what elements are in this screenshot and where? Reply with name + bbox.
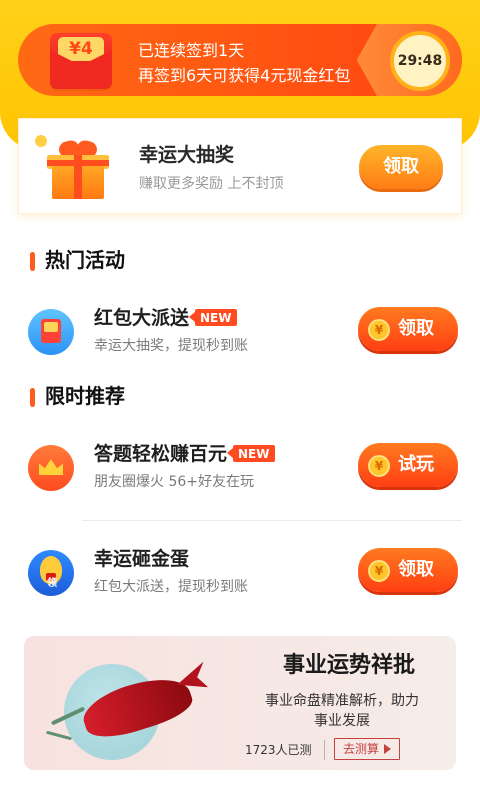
quiz-crown-icon: [28, 445, 74, 491]
lucky-draw-claim-button[interactable]: 领取: [359, 145, 443, 189]
button-label: 领取: [398, 318, 434, 339]
activity-name: 幸运砸金蛋: [94, 548, 190, 570]
section-accent-bar: [30, 388, 35, 407]
career-fortune-banner[interactable]: 事业运势祥批 事业命盘精准解析，助力 事业发展 1723人已测 去测算: [24, 636, 456, 770]
activity-try-button[interactable]: ¥ 试玩: [358, 443, 458, 487]
red-packet-icon: [28, 309, 74, 355]
activity-row-red-packet[interactable]: 红包大派送 NEW 幸运大抽奖，提现秒到账 ¥ 领取: [0, 294, 480, 374]
section-title: 热门活动: [45, 248, 125, 272]
signin-reward-hint: 再签到6天可获得4元现金红包: [138, 66, 351, 85]
activity-row-golden-egg[interactable]: 领 幸运砸金蛋 红包大派送，提现秒到账 ¥ 领取: [0, 535, 480, 615]
coin-icon: ¥: [368, 560, 390, 582]
signin-banner[interactable]: ¥4 已连续签到1天 再签到6天可获得4元现金红包 29:48: [18, 24, 462, 96]
lucky-draw-card[interactable]: 幸运大抽奖 赚取更多奖励 上不封顶 领取: [18, 118, 462, 214]
activity-name: 红包大派送 NEW: [94, 306, 237, 330]
activity-description: 朋友圈爆火 56+好友在玩: [94, 474, 254, 490]
play-arrow-icon: [384, 744, 391, 754]
red-envelope-icon: ¥4: [50, 33, 112, 89]
egg-label: 领: [47, 578, 57, 589]
career-description-line2: 事业发展: [314, 713, 370, 729]
section-accent-bar: [30, 252, 35, 271]
golden-egg-icon: 领: [28, 550, 74, 596]
activity-name-text: 红包大派送: [94, 307, 190, 329]
coin-icon: ¥: [368, 319, 390, 341]
button-label: 领取: [398, 559, 434, 580]
envelope-icon: [41, 319, 61, 343]
activity-name-text: 答题轻松赚百元: [94, 443, 228, 465]
page-root: ¥4 已连续签到1天 再签到6天可获得4元现金红包 29:48 幸运大抽奖 赚取…: [0, 0, 480, 800]
countdown-timer: 29:48: [390, 31, 450, 91]
activity-claim-button[interactable]: ¥ 领取: [358, 548, 458, 592]
reward-amount-badge: ¥4: [58, 37, 104, 61]
career-description-line1: 事业命盘精准解析，助力: [265, 693, 419, 709]
career-test-count: 1723人已测: [245, 743, 312, 757]
coin-icon: ¥: [368, 455, 390, 477]
row-divider: [82, 520, 462, 521]
activity-claim-button[interactable]: ¥ 领取: [358, 307, 458, 351]
button-label: 去测算: [342, 742, 379, 756]
crown-icon: [39, 459, 63, 475]
new-badge: NEW: [233, 445, 275, 462]
career-title: 事业运势祥批: [282, 653, 415, 678]
activity-description: 红包大派送，提现秒到账: [94, 579, 248, 595]
signin-status-suffix: 天: [228, 41, 245, 60]
lucky-draw-subtitle: 赚取更多奖励 上不封顶: [139, 176, 284, 192]
gift-box-icon: [35, 135, 113, 199]
activity-description: 幸运大抽奖，提现秒到账: [94, 338, 248, 354]
vertical-separator: [324, 740, 325, 760]
section-title: 限时推荐: [45, 384, 125, 408]
signin-status-prefix: 已连续签到: [138, 41, 219, 60]
signin-days-count: 1: [218, 41, 229, 60]
career-go-test-button[interactable]: 去测算: [334, 738, 400, 760]
coin-decoration: [35, 135, 47, 147]
activity-row-quiz[interactable]: 答题轻松赚百元 NEW 朋友圈爆火 56+好友在玩 ¥ 试玩: [0, 430, 480, 510]
lucky-draw-title: 幸运大抽奖: [139, 144, 235, 166]
new-badge: NEW: [195, 309, 237, 326]
activity-name: 答题轻松赚百元 NEW: [94, 442, 275, 466]
signin-status-text: 已连续签到1天: [138, 41, 244, 61]
gift-ribbon-horizontal: [47, 160, 109, 166]
button-label: 试玩: [398, 454, 434, 475]
whale-illustration: [46, 646, 216, 764]
